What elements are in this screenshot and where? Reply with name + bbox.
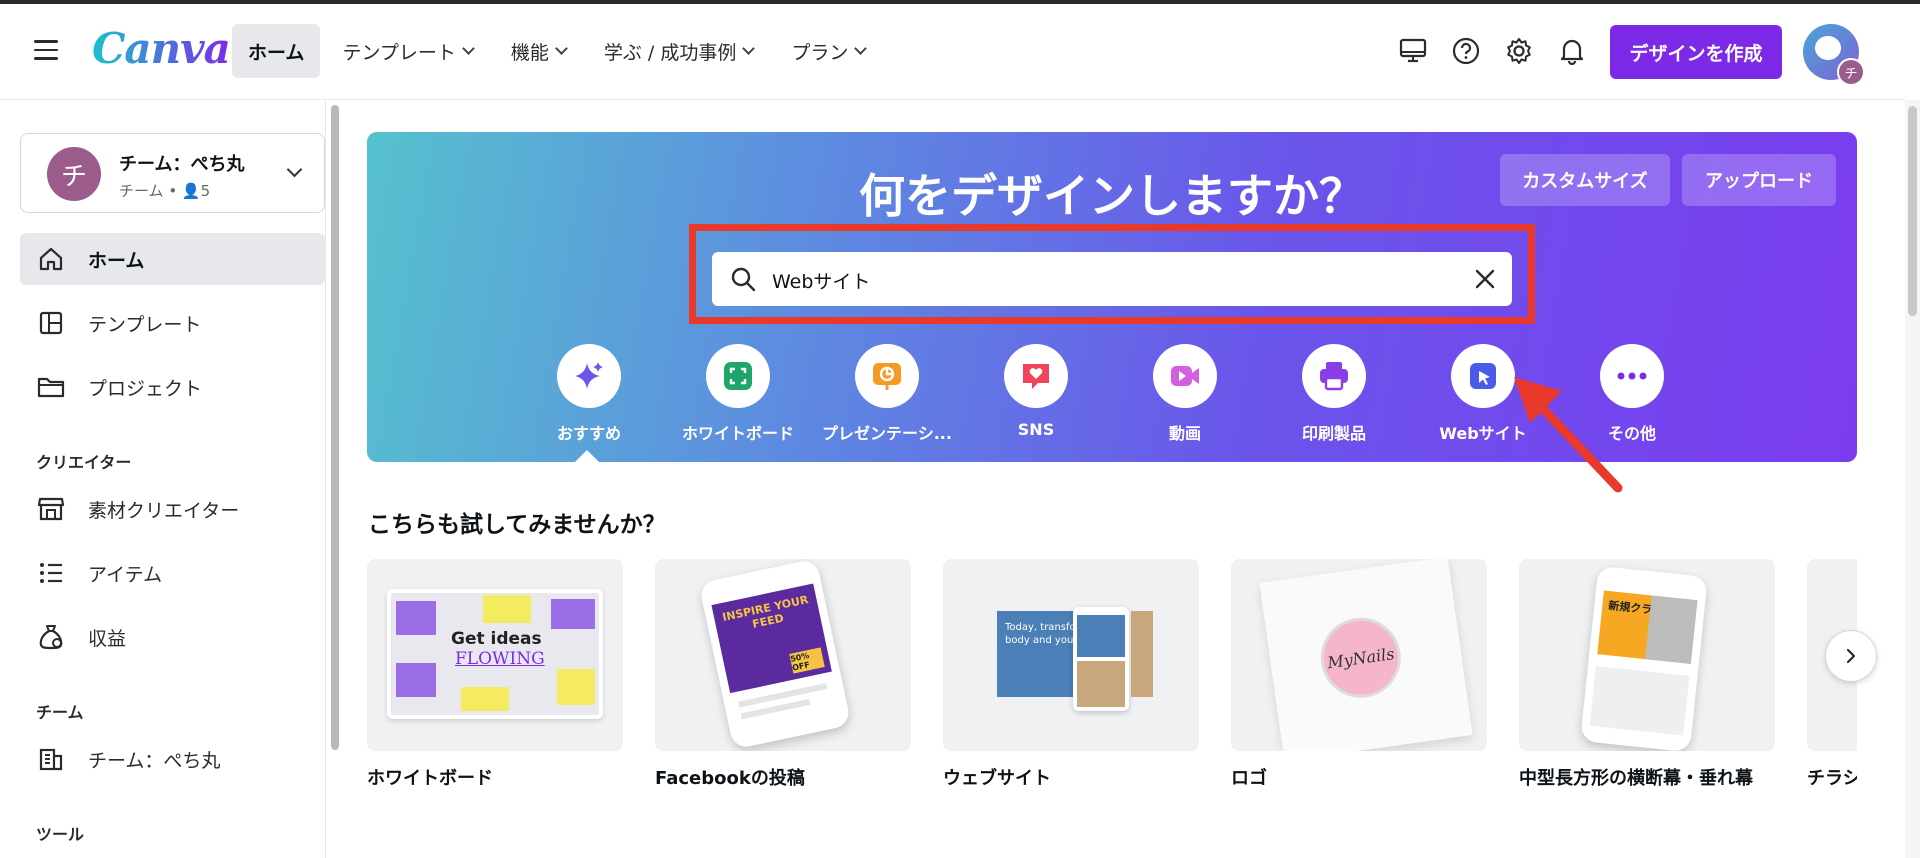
section-team: チーム	[36, 703, 84, 722]
store-icon	[36, 494, 66, 524]
building-icon	[36, 744, 66, 774]
template-icon	[36, 308, 66, 338]
card-facebook-post[interactable]: INSPIRE YOUR FEED 50% OFF	[655, 559, 911, 751]
scrollbar-thumb[interactable]	[1908, 106, 1917, 316]
category-label: SNS	[1017, 420, 1055, 439]
menu-icon[interactable]	[34, 40, 58, 60]
card-website[interactable]: Today, transform your body and your life…	[943, 559, 1199, 751]
nav-home[interactable]: ホーム	[232, 24, 321, 78]
section-tools: ツール	[36, 825, 85, 844]
sidebar: チ チーム：ぺち丸 チーム • 👤5 ホーム テンプレート プロジェクト クリエ…	[0, 101, 326, 858]
hero-banner: 何をデザインしますか？ カスタムサイズ アップロード Webサイト おすすめ ホ…	[367, 132, 1857, 464]
search-icon	[730, 266, 756, 292]
money-bag-icon	[36, 622, 66, 652]
card-label: チラシ	[1807, 768, 1857, 789]
category-print[interactable]: 印刷製品	[1264, 344, 1404, 444]
category-label: おすすめ	[556, 424, 621, 443]
category-label: 印刷製品	[1301, 424, 1366, 443]
whiteboard-icon	[706, 344, 770, 408]
chevron-down-icon	[462, 42, 475, 55]
selected-category-pointer	[573, 450, 601, 464]
main-nav: ホーム テンプレート 機能 学ぶ / 成功事例 プラン	[232, 24, 887, 78]
team-members: チーム • 👤5	[119, 182, 211, 200]
desktop-icon[interactable]	[1398, 36, 1428, 66]
chevron-down-icon	[742, 42, 756, 55]
card-label: Facebookの投稿	[655, 768, 805, 789]
canva-logo[interactable]: Canva	[92, 24, 231, 73]
category-label: プレゼンテーシ...	[822, 424, 952, 443]
nav-templates[interactable]: テンプレート	[326, 24, 488, 78]
logo-thumbnail: MyNails	[1259, 559, 1473, 751]
category-label: ホワイトボード	[681, 424, 794, 443]
sidebar-item-templates[interactable]: テンプレート	[20, 297, 325, 349]
team-switcher[interactable]: チ チーム：ぺち丸 チーム • 👤5	[20, 133, 325, 213]
sidebar-item-label: プロジェクト	[88, 377, 203, 400]
close-icon[interactable]	[1474, 268, 1496, 290]
chevron-right-icon	[1846, 648, 1856, 664]
nav-features[interactable]: 機能	[495, 24, 582, 78]
sidebar-item-team[interactable]: チーム：ぺち丸	[20, 733, 325, 785]
category-whiteboard[interactable]: ホワイトボード	[668, 344, 808, 444]
team-name: チーム：ぺち丸	[119, 154, 245, 175]
settings-icon[interactable]	[1504, 36, 1534, 66]
sidebar-item-label: アイテム	[88, 563, 163, 586]
upload-button[interactable]: アップロード	[1682, 154, 1836, 206]
category-recommended[interactable]: おすすめ	[519, 344, 659, 444]
section-creator: クリエイター	[36, 453, 132, 472]
team-avatar-badge: チ	[1837, 58, 1865, 86]
sparkle-icon	[557, 344, 621, 408]
category-presentation[interactable]: プレゼンテーシ...	[817, 344, 957, 444]
whiteboard-thumbnail: Get ideas FLOWING	[387, 589, 603, 719]
folder-icon	[36, 372, 66, 402]
printer-icon	[1302, 344, 1366, 408]
category-label: 動画	[1168, 424, 1201, 443]
red-arrow-annotation	[1514, 377, 1623, 493]
sidebar-item-home[interactable]: ホーム	[20, 233, 325, 285]
card-logo[interactable]: MyNails	[1231, 559, 1487, 751]
carousel-next-button[interactable]	[1825, 630, 1877, 682]
list-icon	[36, 558, 66, 588]
category-video[interactable]: 動画	[1115, 344, 1255, 444]
sidebar-item-asset-creator[interactable]: 素材クリエイター	[20, 483, 325, 535]
chevron-down-icon	[286, 161, 303, 178]
card-label: ホワイトボード	[367, 768, 493, 789]
nav-learn[interactable]: 学ぶ / 成功事例	[588, 24, 769, 78]
top-header: Canva ホーム テンプレート 機能 学ぶ / 成功事例 プラン デザインを作…	[0, 4, 1905, 100]
category-sns[interactable]: SNS	[966, 344, 1106, 439]
sidebar-item-earnings[interactable]: 収益	[20, 611, 325, 663]
chevron-down-icon	[555, 42, 568, 55]
sidebar-item-projects[interactable]: プロジェクト	[20, 361, 325, 413]
card-label: 中型長方形の横断幕・垂れ幕	[1519, 768, 1753, 789]
phone-thumbnail: INSPIRE YOUR FEED 50% OFF	[698, 559, 852, 750]
card-medium-rectangle-banner[interactable]: 新規クラス	[1519, 559, 1775, 751]
sidebar-item-label: チーム：ぺち丸	[88, 749, 221, 772]
suggestions-title: こちらも試してみませんか？	[368, 512, 666, 538]
sidebar-item-items[interactable]: アイテム	[20, 547, 325, 599]
main-scrollbar[interactable]	[1905, 100, 1920, 858]
heart-icon	[1004, 344, 1068, 408]
video-icon	[1153, 344, 1217, 408]
sidebar-item-label: 収益	[88, 627, 127, 650]
home-icon	[36, 244, 66, 274]
bell-icon[interactable]	[1557, 36, 1587, 66]
panda-avatar-icon	[1815, 36, 1841, 60]
card-whiteboard[interactable]: Get ideas FLOWING	[367, 559, 623, 751]
nav-plans[interactable]: プラン	[775, 24, 881, 78]
chevron-down-icon	[854, 42, 868, 55]
sidebar-item-label: ホーム	[88, 249, 145, 272]
sidebar-item-label: 素材クリエイター	[88, 499, 240, 522]
card-label: ウェブサイト	[943, 768, 1051, 789]
presentation-icon	[855, 344, 919, 408]
phone-thumbnail: 新規クラス	[1580, 565, 1708, 751]
team-avatar: チ	[47, 147, 101, 201]
help-icon[interactable]	[1451, 36, 1481, 66]
search-bar[interactable]: Webサイト	[712, 252, 1512, 306]
sidebar-scrollbar[interactable]	[331, 105, 339, 750]
custom-size-button[interactable]: カスタムサイズ	[1500, 154, 1670, 206]
card-label: ロゴ	[1231, 768, 1267, 789]
search-input[interactable]: Webサイト	[772, 267, 870, 294]
sidebar-item-label: テンプレート	[88, 313, 202, 336]
avatar[interactable]: チ	[1803, 24, 1865, 86]
create-design-button[interactable]: デザインを作成	[1610, 25, 1782, 79]
